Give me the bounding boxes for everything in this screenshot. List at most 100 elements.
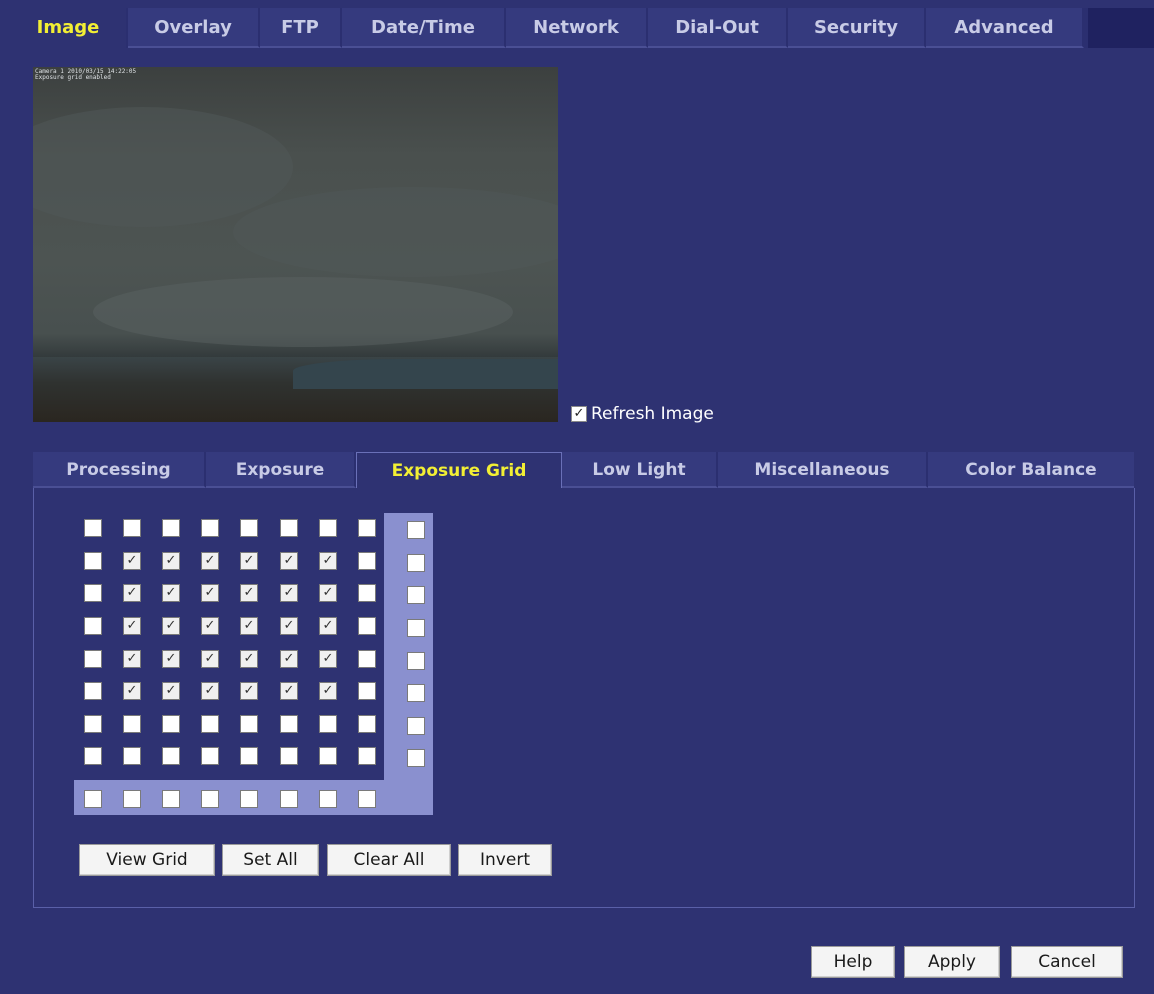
refresh-checkbox-box[interactable]: ✓ <box>571 406 587 422</box>
grid-cell-r2-c2[interactable]: ✓ <box>123 552 141 570</box>
grid-cell-r3-c4[interactable]: ✓ <box>201 584 219 602</box>
row-toggle-6[interactable] <box>407 684 425 702</box>
grid-cell-r8-c6[interactable] <box>280 747 298 765</box>
help-button[interactable]: Help <box>811 946 895 978</box>
column-toggle-8[interactable] <box>358 790 376 808</box>
subtab-exposure-grid[interactable]: Exposure Grid <box>356 452 562 488</box>
grid-cell-r6-c2[interactable]: ✓ <box>123 682 141 700</box>
grid-cell-r8-c2[interactable] <box>123 747 141 765</box>
cancel-button[interactable]: Cancel <box>1011 946 1123 978</box>
grid-cell-r1-c2[interactable] <box>123 519 141 537</box>
column-toggle-4[interactable] <box>201 790 219 808</box>
grid-cell-r1-c4[interactable] <box>201 519 219 537</box>
subtab-miscellaneous[interactable]: Miscellaneous <box>718 452 928 488</box>
tab-date-time[interactable]: Date/Time <box>342 8 506 48</box>
subtab-processing[interactable]: Processing <box>33 452 206 488</box>
grid-cell-r3-c3[interactable]: ✓ <box>162 584 180 602</box>
apply-button[interactable]: Apply <box>904 946 1000 978</box>
grid-cell-r8-c8[interactable] <box>358 747 376 765</box>
grid-cell-r5-c8[interactable] <box>358 650 376 668</box>
grid-cell-r4-c5[interactable]: ✓ <box>240 617 258 635</box>
grid-cell-r3-c6[interactable]: ✓ <box>280 584 298 602</box>
grid-cell-r7-c1[interactable] <box>84 715 102 733</box>
column-toggle-1[interactable] <box>84 790 102 808</box>
grid-cell-r4-c2[interactable]: ✓ <box>123 617 141 635</box>
grid-cell-r2-c3[interactable]: ✓ <box>162 552 180 570</box>
tab-image[interactable]: Image <box>10 8 128 48</box>
grid-cell-r8-c5[interactable] <box>240 747 258 765</box>
invert-button[interactable]: Invert <box>458 844 552 876</box>
tab-security[interactable]: Security <box>788 8 926 48</box>
row-toggle-4[interactable] <box>407 619 425 637</box>
column-toggle-3[interactable] <box>162 790 180 808</box>
row-toggle-2[interactable] <box>407 554 425 572</box>
subtab-exposure[interactable]: Exposure <box>206 452 356 488</box>
grid-cell-r6-c4[interactable]: ✓ <box>201 682 219 700</box>
grid-cell-r3-c7[interactable]: ✓ <box>319 584 337 602</box>
row-toggle-3[interactable] <box>407 586 425 604</box>
refresh-image-checkbox[interactable]: ✓ Refresh Image <box>571 402 714 426</box>
grid-cell-r1-c8[interactable] <box>358 519 376 537</box>
tab-advanced[interactable]: Advanced <box>926 8 1084 48</box>
row-toggle-1[interactable] <box>407 521 425 539</box>
grid-cell-r5-c3[interactable]: ✓ <box>162 650 180 668</box>
grid-cell-r2-c4[interactable]: ✓ <box>201 552 219 570</box>
grid-cell-r5-c1[interactable] <box>84 650 102 668</box>
grid-cell-r8-c3[interactable] <box>162 747 180 765</box>
grid-cell-r7-c7[interactable] <box>319 715 337 733</box>
tab-overlay[interactable]: Overlay <box>128 8 260 48</box>
column-toggle-6[interactable] <box>280 790 298 808</box>
grid-cell-r4-c4[interactable]: ✓ <box>201 617 219 635</box>
tab-dial-out[interactable]: Dial-Out <box>648 8 788 48</box>
grid-cell-r3-c8[interactable] <box>358 584 376 602</box>
grid-cell-r6-c7[interactable]: ✓ <box>319 682 337 700</box>
grid-cell-r4-c8[interactable] <box>358 617 376 635</box>
grid-cell-r5-c4[interactable]: ✓ <box>201 650 219 668</box>
grid-cell-r6-c8[interactable] <box>358 682 376 700</box>
grid-cell-r1-c5[interactable] <box>240 519 258 537</box>
clear-all-button[interactable]: Clear All <box>327 844 451 876</box>
grid-cell-r1-c3[interactable] <box>162 519 180 537</box>
grid-cell-r2-c1[interactable] <box>84 552 102 570</box>
grid-cell-r7-c2[interactable] <box>123 715 141 733</box>
set-all-button[interactable]: Set All <box>222 844 319 876</box>
column-toggle-5[interactable] <box>240 790 258 808</box>
grid-cell-r8-c1[interactable] <box>84 747 102 765</box>
grid-cell-r8-c7[interactable] <box>319 747 337 765</box>
grid-cell-r7-c6[interactable] <box>280 715 298 733</box>
grid-cell-r3-c2[interactable]: ✓ <box>123 584 141 602</box>
grid-cell-r7-c5[interactable] <box>240 715 258 733</box>
column-toggle-7[interactable] <box>319 790 337 808</box>
row-toggle-5[interactable] <box>407 652 425 670</box>
grid-cell-r4-c7[interactable]: ✓ <box>319 617 337 635</box>
grid-cell-r2-c6[interactable]: ✓ <box>280 552 298 570</box>
grid-cell-r7-c8[interactable] <box>358 715 376 733</box>
grid-cell-r3-c1[interactable] <box>84 584 102 602</box>
grid-cell-r4-c6[interactable]: ✓ <box>280 617 298 635</box>
grid-cell-r6-c3[interactable]: ✓ <box>162 682 180 700</box>
row-toggle-7[interactable] <box>407 717 425 735</box>
grid-cell-r4-c1[interactable] <box>84 617 102 635</box>
row-toggle-8[interactable] <box>407 749 425 767</box>
subtab-low-light[interactable]: Low Light <box>562 452 718 488</box>
tab-ftp[interactable]: FTP <box>260 8 342 48</box>
grid-cell-r6-c5[interactable]: ✓ <box>240 682 258 700</box>
grid-cell-r1-c6[interactable] <box>280 519 298 537</box>
grid-cell-r5-c6[interactable]: ✓ <box>280 650 298 668</box>
grid-cell-r6-c6[interactable]: ✓ <box>280 682 298 700</box>
subtab-color-balance[interactable]: Color Balance <box>928 452 1134 488</box>
grid-cell-r7-c3[interactable] <box>162 715 180 733</box>
grid-cell-r2-c8[interactable] <box>358 552 376 570</box>
tab-network[interactable]: Network <box>506 8 648 48</box>
grid-cell-r4-c3[interactable]: ✓ <box>162 617 180 635</box>
column-toggle-2[interactable] <box>123 790 141 808</box>
grid-cell-r5-c2[interactable]: ✓ <box>123 650 141 668</box>
grid-cell-r5-c7[interactable]: ✓ <box>319 650 337 668</box>
view-grid-button[interactable]: View Grid <box>79 844 215 876</box>
grid-cell-r1-c7[interactable] <box>319 519 337 537</box>
grid-cell-r1-c1[interactable] <box>84 519 102 537</box>
grid-cell-r2-c7[interactable]: ✓ <box>319 552 337 570</box>
grid-cell-r7-c4[interactable] <box>201 715 219 733</box>
grid-cell-r6-c1[interactable] <box>84 682 102 700</box>
grid-cell-r3-c5[interactable]: ✓ <box>240 584 258 602</box>
